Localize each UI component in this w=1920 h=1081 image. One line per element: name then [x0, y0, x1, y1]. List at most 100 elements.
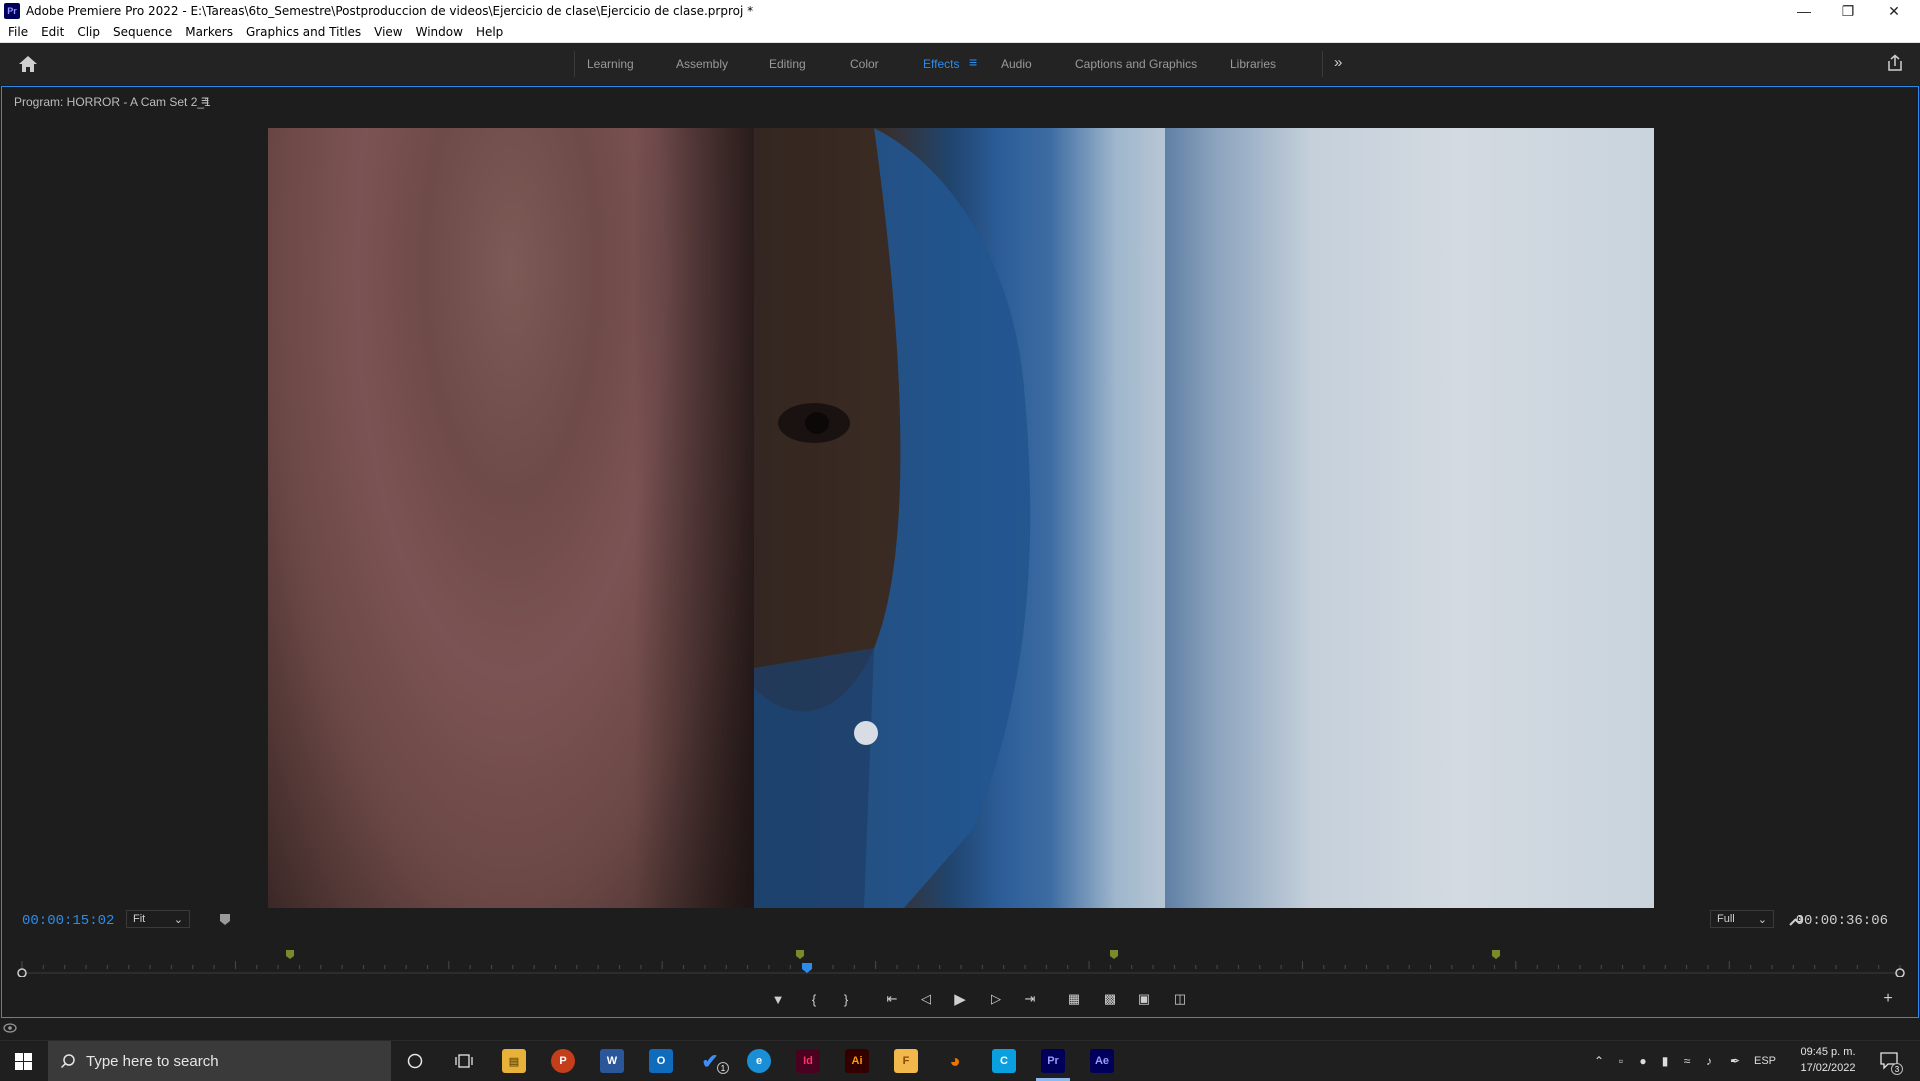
clip-marker-3	[1110, 950, 1118, 959]
chevron-down-icon: ⌄	[1757, 913, 1767, 926]
double-chevron-right-icon[interactable]: »	[1334, 54, 1342, 71]
premiere-app-icon: Pr	[4, 3, 20, 19]
powerpoint-icon[interactable]: P	[551, 1049, 575, 1073]
menu-file[interactable]: File	[3, 25, 33, 39]
notification-count-badge: 3	[1891, 1063, 1903, 1075]
clip-marker-4	[1492, 950, 1500, 959]
clock-time: 09:45 p. m.	[1800, 1046, 1856, 1058]
windows-start-icon[interactable]	[15, 1053, 32, 1070]
edge-icon[interactable]: e	[747, 1049, 771, 1073]
close-button[interactable]: ✕	[1872, 0, 1916, 22]
status-eye-icon	[3, 1023, 17, 1033]
blurred-face-closeup	[268, 128, 754, 908]
current-timecode[interactable]: 00:00:15:02	[22, 913, 114, 929]
menu-window[interactable]: Window	[411, 25, 468, 39]
comparison-view-icon[interactable]: ◫	[1170, 989, 1190, 1009]
go-to-out-icon[interactable]: ⇥	[1020, 989, 1040, 1009]
program-monitor-panel: Program: HORROR - A Cam Set 2_1 ≡ 00:00:…	[1, 86, 1919, 1018]
clock-date: 17/02/2022	[1800, 1062, 1856, 1074]
copilot-c-icon[interactable]: C	[992, 1049, 1016, 1073]
duration-timecode: 00:00:36:06	[1795, 913, 1888, 929]
taskbar-search-box[interactable]: Type here to search	[48, 1041, 391, 1081]
meet-now-icon[interactable]: ▫	[1610, 1054, 1632, 1068]
share-icon[interactable]	[1886, 54, 1904, 72]
step-forward-icon[interactable]: ▷	[986, 989, 1006, 1009]
volume-icon[interactable]: ♪	[1698, 1054, 1720, 1068]
outlook-icon[interactable]: O	[649, 1049, 673, 1073]
tab-editing[interactable]: Editing	[769, 57, 806, 71]
play-icon[interactable]: ▶	[950, 989, 970, 1009]
export-frame-camera-icon[interactable]: ▣	[1134, 989, 1154, 1009]
tab-captions-and-graphics[interactable]: Captions and Graphics	[1075, 57, 1197, 71]
lift-icon[interactable]: ▦	[1064, 989, 1084, 1009]
panel-menu-icon[interactable]: ≡	[201, 92, 209, 108]
resolution-select[interactable]: Full ⌄	[1710, 910, 1774, 928]
menu-bar: File Edit Clip Sequence Markers Graphics…	[0, 22, 1920, 43]
window-title: Adobe Premiere Pro 2022 - E:\Tareas\6to_…	[26, 4, 754, 18]
blurred-wall-background	[1165, 128, 1654, 908]
menu-graphics-and-titles[interactable]: Graphics and Titles	[241, 25, 366, 39]
hooded-man-portrait	[754, 128, 1165, 908]
menu-clip[interactable]: Clip	[72, 25, 105, 39]
pen-icon[interactable]: ✒	[1720, 1054, 1750, 1068]
language-indicator[interactable]: ESP	[1750, 1055, 1780, 1067]
home-icon[interactable]	[16, 53, 40, 75]
windows-taskbar: Type here to search ▤ P W O ✔ 1 e Id Ai …	[0, 1040, 1920, 1081]
sketch-app-icon[interactable]: F	[894, 1049, 918, 1073]
clip-marker-2	[796, 950, 804, 959]
microphone-icon[interactable]: ●	[1632, 1054, 1654, 1068]
transport-controls: ▼ { } ⇤ ◁ ▶ ▷ ⇥ ▦ ▩ ▣ ◫ +	[2, 987, 1920, 1013]
search-placeholder: Type here to search	[86, 1052, 219, 1070]
extract-icon[interactable]: ▩	[1100, 989, 1120, 1009]
file-explorer-icon[interactable]: ▤	[502, 1049, 526, 1073]
clip-marker-1	[286, 950, 294, 959]
word-icon[interactable]: W	[600, 1049, 624, 1073]
tab-color[interactable]: Color	[850, 57, 879, 71]
wifi-icon[interactable]: ≈	[1676, 1054, 1698, 1068]
button-editor-plus-icon[interactable]: +	[1878, 989, 1898, 1009]
tab-audio[interactable]: Audio	[1001, 57, 1032, 71]
add-marker-settings-icon[interactable]	[218, 912, 232, 926]
zoom-level-value: Fit	[133, 913, 146, 925]
task-view-icon[interactable]	[455, 1053, 473, 1069]
menu-help[interactable]: Help	[471, 25, 508, 39]
tab-effects[interactable]: Effects	[923, 57, 959, 71]
resolution-value: Full	[1717, 913, 1735, 925]
menu-markers[interactable]: Markers	[180, 25, 238, 39]
chevron-up-icon[interactable]: ⌃	[1588, 1054, 1610, 1068]
search-icon	[60, 1054, 75, 1069]
workspace-bar: Learning Assembly Editing Color Effects …	[0, 43, 1920, 85]
status-bar	[0, 1018, 1920, 1040]
zoom-level-select[interactable]: Fit ⌄	[126, 910, 190, 928]
menu-sequence[interactable]: Sequence	[108, 25, 177, 39]
restore-button[interactable]: ❐	[1826, 0, 1870, 22]
system-tray: ⌃ ▫ ● ▮ ≈ ♪ ✒ ESP	[1588, 1041, 1780, 1081]
illustrator-icon[interactable]: Ai	[845, 1049, 869, 1073]
premiere-pro-taskbar-icon[interactable]: Pr	[1041, 1049, 1065, 1073]
playhead	[802, 963, 813, 973]
time-ruler[interactable]	[14, 937, 1908, 977]
battery-icon[interactable]: ▮	[1654, 1054, 1676, 1068]
title-bar: Pr Adobe Premiere Pro 2022 - E:\Tareas\6…	[0, 0, 1920, 22]
minimize-button[interactable]: —	[1782, 0, 1826, 22]
menu-edit[interactable]: Edit	[36, 25, 69, 39]
workspace-menu-icon[interactable]: ≡	[969, 54, 977, 70]
tab-learning[interactable]: Learning	[587, 57, 634, 71]
panel-title: Program: HORROR - A Cam Set 2_1	[14, 95, 211, 109]
blender-icon[interactable]: ◕	[943, 1049, 967, 1073]
mark-in-icon[interactable]: {	[804, 989, 824, 1009]
tab-libraries[interactable]: Libraries	[1230, 57, 1276, 71]
mark-out-icon[interactable]: }	[836, 989, 856, 1009]
menu-view[interactable]: View	[369, 25, 407, 39]
indesign-icon[interactable]: Id	[796, 1049, 820, 1073]
after-effects-taskbar-icon[interactable]: Ae	[1090, 1049, 1114, 1073]
step-back-icon[interactable]: ◁	[916, 989, 936, 1009]
tab-assembly[interactable]: Assembly	[676, 57, 728, 71]
program-video-frame[interactable]	[268, 128, 1654, 908]
add-marker-icon[interactable]: ▼	[768, 989, 788, 1009]
cortana-icon[interactable]	[407, 1053, 423, 1069]
go-to-in-icon[interactable]: ⇤	[882, 989, 902, 1009]
chevron-down-icon: ⌄	[173, 913, 183, 926]
clock[interactable]: 09:45 p. m. 17/02/2022	[1796, 1044, 1860, 1076]
todo-badge: 1	[717, 1062, 729, 1074]
